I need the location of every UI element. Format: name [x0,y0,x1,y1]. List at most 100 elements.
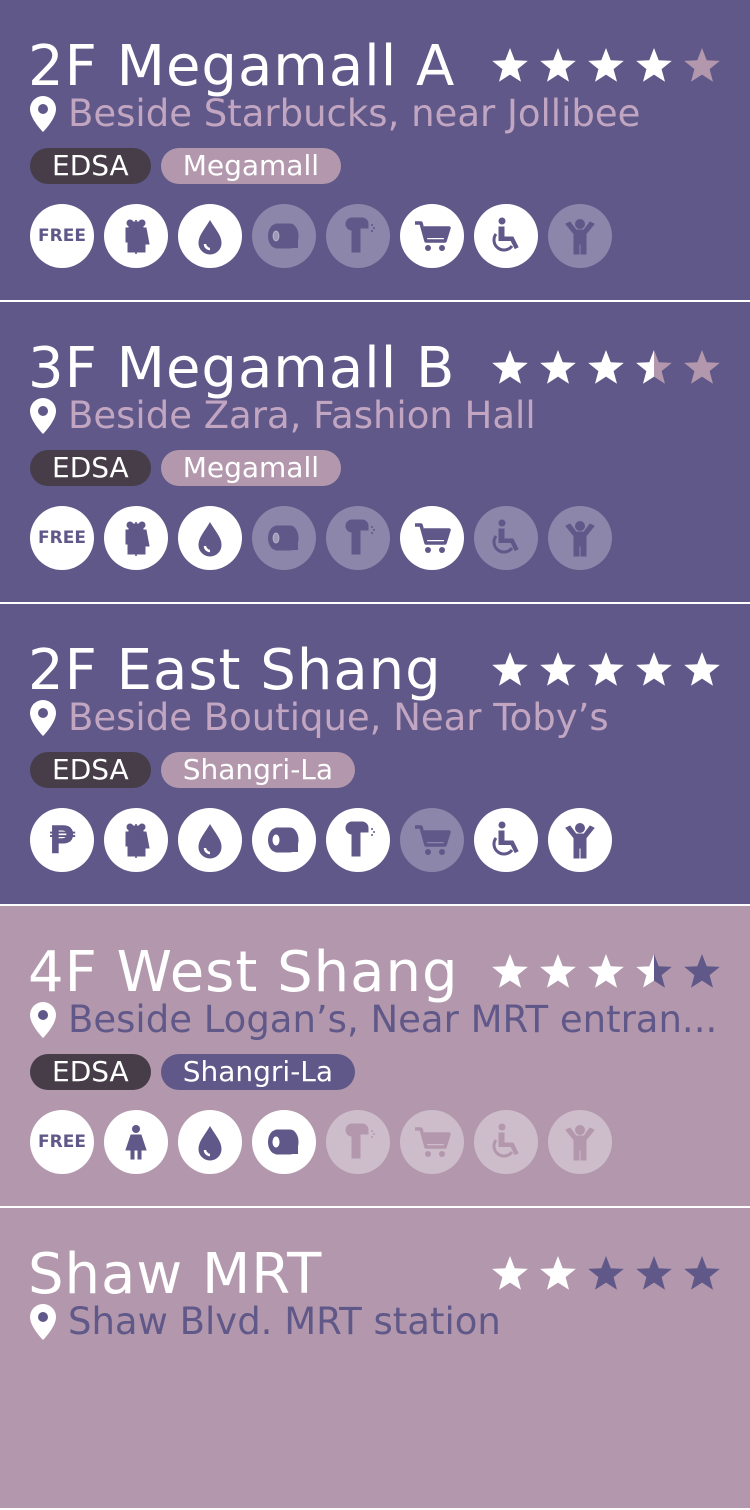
fee-badge: FREE [30,204,94,268]
amenity-tissue [252,506,316,570]
amenity-shopping-cart [400,808,464,872]
restroom-title: 2F Megamall A [28,34,456,99]
star-filled-icon [492,652,528,686]
location-text: Beside Starbucks, near Jollibee [68,92,641,135]
amenity-bidet [178,808,242,872]
amenity-female [104,1110,168,1174]
rating-stars [490,1254,722,1294]
fee-text: ₱ [48,818,76,862]
amenity-child [548,204,612,268]
line-tag[interactable]: EDSA [30,450,151,486]
fee-badge: FREE [30,1110,94,1174]
location-row: Shaw Blvd. MRT station [28,1300,728,1343]
restroom-card[interactable]: Shaw MRT Shaw Blvd. MRT station [0,1208,750,1510]
tissue-icon [268,525,299,551]
wheelchair-icon [492,1123,519,1158]
restroom-card[interactable]: 2F East Shang Beside Boutique, Near Toby’… [0,604,750,906]
fee-text: FREE [38,226,86,246]
amenity-row: FREE [30,1110,612,1174]
star-filled-icon [636,48,672,82]
location-text: Shaw Blvd. MRT station [68,1300,501,1343]
tag-row: EDSA Megamall [30,148,342,184]
amenity-tissue [252,204,316,268]
star-filled-icon [540,48,576,82]
star-filled-icon [492,954,528,988]
star-empty-icon [588,1256,624,1290]
amenity-hand-dryer [326,1110,390,1174]
star-filled-icon [540,652,576,686]
amenity-shopping-cart [400,506,464,570]
place-tag[interactable]: Megamall [160,148,342,184]
star-filled-icon [540,1256,576,1290]
rating-stars [490,650,722,690]
restroom-title: 2F East Shang [28,638,442,703]
child-icon [565,1125,595,1161]
shopping-cart-icon [415,825,451,855]
wheelchair-icon [492,217,519,252]
tag-row: EDSA Megamall [30,450,342,486]
location-row: Beside Zara, Fashion Hall [28,394,728,437]
amenity-bidet [178,1110,242,1174]
restroom-card[interactable]: 2F Megamall A Beside Starbucks, near Joll… [0,0,750,302]
place-tag[interactable]: Shangri-La [160,1054,356,1090]
place-tag[interactable]: Shangri-La [160,752,356,788]
fee-badge: ₱ [30,808,94,872]
amenity-unisex [104,808,168,872]
amenity-hand-dryer [326,506,390,570]
star-filled-icon [588,954,624,988]
shopping-cart-icon [415,221,451,251]
shopping-cart-icon [415,1127,451,1157]
restroom-title: 3F Megamall B [28,336,456,401]
location-row: Beside Logan’s, Near MRT entran... [28,998,728,1041]
star-empty-icon [684,1256,720,1290]
location-pin-icon [30,699,56,736]
amenity-bidet [178,204,242,268]
amenity-tissue [252,1110,316,1174]
fee-text: FREE [38,528,86,548]
unisex-icon [125,219,150,254]
amenity-row: ₱ [30,808,612,872]
location-row: Beside Boutique, Near Toby’s [28,696,728,739]
amenity-hand-dryer [326,808,390,872]
line-tag[interactable]: EDSA [30,1054,151,1090]
amenity-tissue [252,808,316,872]
child-icon [565,521,595,557]
tag-row: EDSA Shangri-La [30,1054,356,1090]
star-empty-icon [684,350,720,384]
bidet-icon [198,220,222,255]
star-half-icon [636,954,672,988]
star-filled-icon [540,350,576,384]
rating-stars [490,46,722,86]
amenity-row: FREE [30,204,612,268]
hand-dryer-icon [345,1123,375,1159]
amenity-child [548,808,612,872]
line-tag[interactable]: EDSA [30,148,151,184]
star-filled-icon [588,652,624,686]
amenity-row: FREE [30,506,612,570]
wheelchair-icon [492,519,519,554]
place-tag[interactable]: Megamall [160,450,342,486]
star-filled-icon [684,652,720,686]
hand-dryer-icon [345,217,375,253]
amenity-wheelchair [474,204,538,268]
location-pin-icon [30,397,56,434]
bidet-icon [198,1126,222,1161]
star-half-icon [636,350,672,384]
star-filled-icon [492,350,528,384]
bidet-icon [198,824,222,859]
restroom-title: 4F West Shang [28,940,459,1005]
amenity-child [548,506,612,570]
restroom-card[interactable]: 3F Megamall B Beside Zara, Fashion Hall ED… [0,302,750,604]
amenity-unisex [104,506,168,570]
unisex-icon [125,823,150,858]
star-filled-icon [492,48,528,82]
restroom-card[interactable]: 4F West Shang Beside Logan’s, Near MRT en… [0,906,750,1208]
line-tag[interactable]: EDSA [30,752,151,788]
restroom-list: 2F Megamall A Beside Starbucks, near Joll… [0,0,750,1510]
location-row: Beside Starbucks, near Jollibee [28,92,728,135]
star-filled-icon [636,652,672,686]
location-pin-icon [30,1001,56,1038]
wheelchair-icon [492,821,519,856]
amenity-wheelchair [474,1110,538,1174]
star-filled-icon [492,1256,528,1290]
